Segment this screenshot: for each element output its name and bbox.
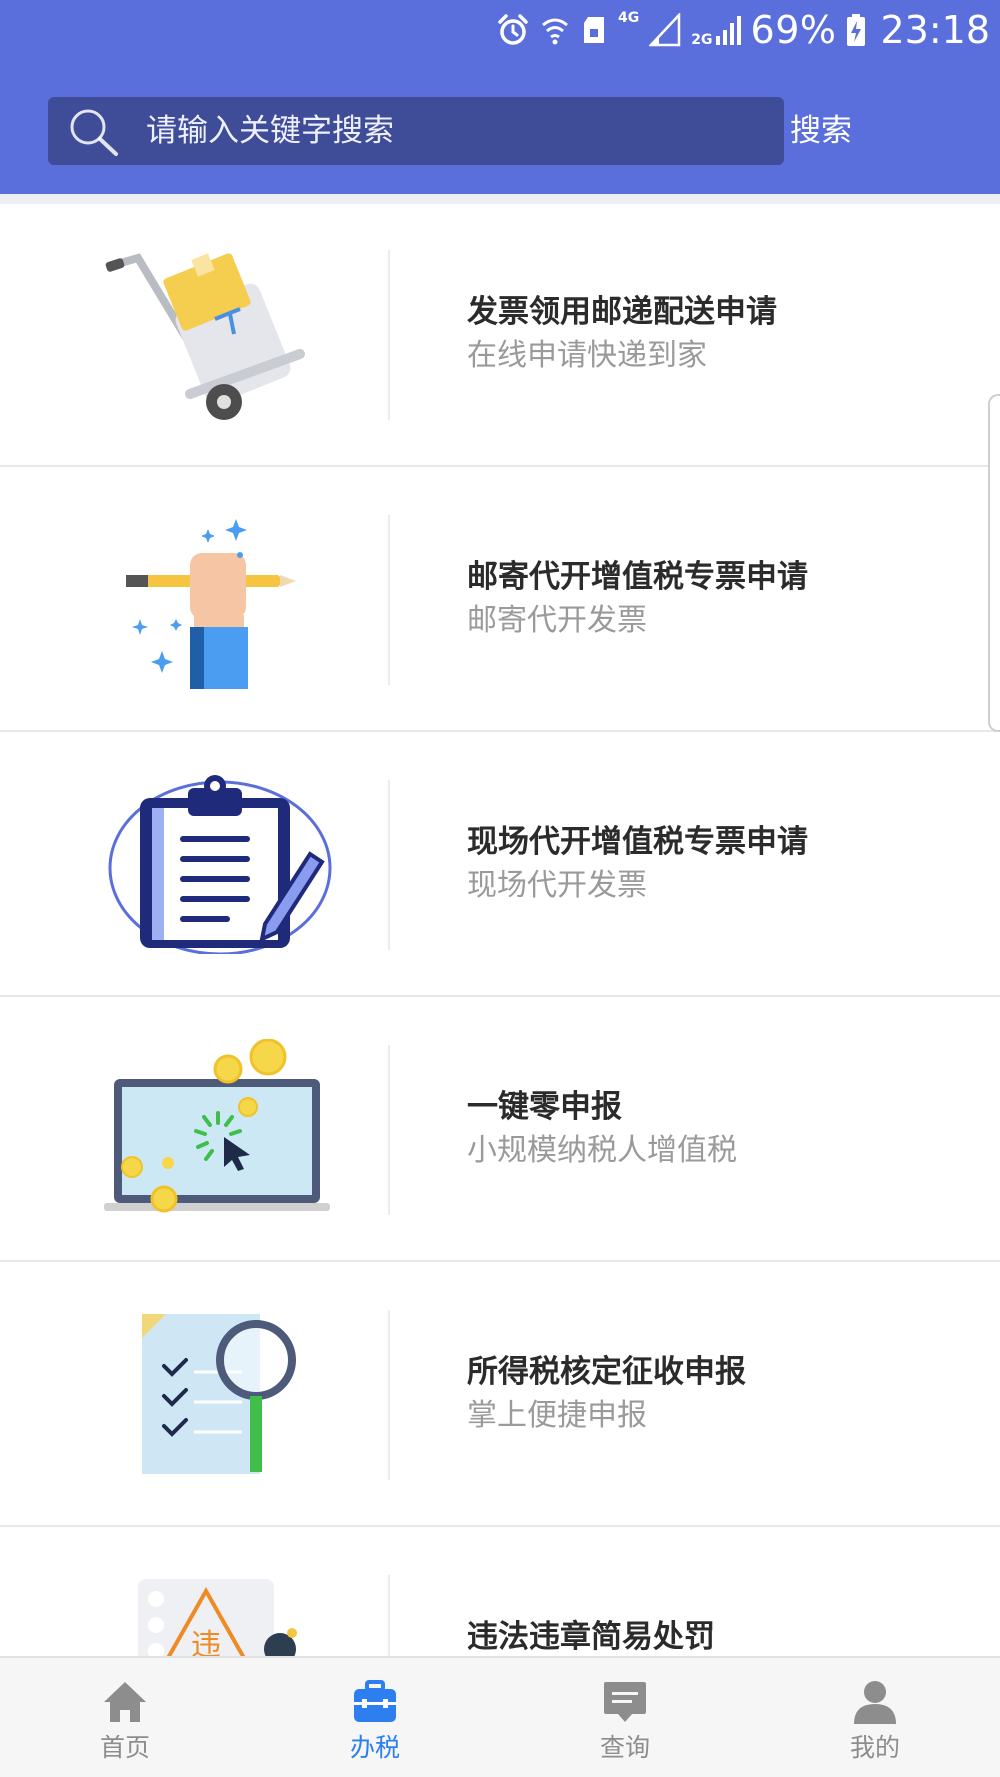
header-divider [0,194,1000,204]
service-list: 发票领用邮递配送申请 在线申请快递到家 邮寄代开增值税专票申请 邮寄代开发票 现… [0,204,1000,1656]
wifi-icon [540,13,570,47]
status-icons: 4G 2G 69% 23:18 [496,6,990,54]
service-item-mail-invoice[interactable]: 邮寄代开增值税专票申请 邮寄代开发票 [0,469,1000,732]
briefcase-icon [352,1680,398,1724]
delivery-cart-icon [100,244,340,424]
tab-tax[interactable]: 办税 [250,1658,500,1777]
service-title: 所得税核定征收申报 [467,1354,746,1390]
network-4g-label: 4G [618,10,640,26]
service-item-zero-declaration[interactable]: 一键零申报 小规模纳税人增值税 [0,999,1000,1262]
violation-warning-icon: 违 [100,1569,340,1656]
status-bar: 4G 2G 69% 23:18 [0,0,1000,60]
scroll-indicator[interactable] [988,394,1000,732]
home-icon [102,1680,148,1724]
signal-icon [649,13,681,47]
item-divider [388,780,390,950]
network-2g-label: 2G [691,32,713,48]
document-magnifier-icon [100,1304,340,1484]
service-subtitle: 在线申请快递到家 [467,338,707,373]
service-item-invoice-delivery[interactable]: 发票领用邮递配送申请 在线申请快递到家 [0,204,1000,467]
hand-pencil-icon [100,509,340,689]
chat-icon [602,1680,648,1724]
alarm-icon [496,13,530,47]
tab-label: 我的 [849,1733,900,1762]
service-title: 一键零申报 [467,1089,622,1125]
sim-icon [580,15,608,45]
clipboard-pen-icon [100,774,340,956]
item-divider [388,1045,390,1215]
search-button[interactable]: 搜索 [790,97,890,165]
service-item-income-tax[interactable]: 所得税核定征收申报 掌上便捷申报 [0,1264,1000,1527]
service-item-violation-penalty[interactable]: 违 违法违章简易处罚 [0,1529,1000,1656]
signal-icon [715,14,741,46]
service-subtitle: 现场代开发票 [467,868,647,903]
search-icon [66,106,122,162]
battery-percent: 69% [750,8,837,52]
search-box[interactable] [48,97,784,165]
violation-icon-text: 违 [191,1628,221,1656]
service-title: 邮寄代开增值税专票申请 [467,559,808,595]
tab-profile[interactable]: 我的 [750,1658,1000,1777]
search-input[interactable] [146,97,766,165]
service-subtitle: 邮寄代开发票 [467,603,647,638]
clock: 23:18 [880,8,990,52]
item-divider [388,250,390,420]
tab-query[interactable]: 查询 [500,1658,750,1777]
battery-charging-icon [846,13,866,47]
item-divider [388,1575,390,1656]
service-subtitle: 掌上便捷申报 [467,1398,647,1433]
person-icon [852,1680,898,1724]
service-subtitle: 小规模纳税人增值税 [467,1133,737,1168]
laptop-coins-icon [100,1038,340,1219]
service-title: 现场代开增值税专票申请 [467,824,808,860]
service-item-onsite-invoice[interactable]: 现场代开增值税专票申请 现场代开发票 [0,734,1000,997]
bottom-nav: 首页 办税 查询 我的 [0,1656,1000,1777]
service-title: 发票领用邮递配送申请 [467,294,777,330]
tab-label: 首页 [99,1733,150,1762]
tab-label: 查询 [599,1733,650,1762]
item-divider [388,515,390,685]
service-title: 违法违章简易处罚 [467,1619,715,1655]
tab-home[interactable]: 首页 [0,1658,250,1777]
tab-label: 办税 [349,1733,400,1762]
item-divider [388,1310,390,1480]
app-header: 4G 2G 69% 23:18 请输入关键字搜索 搜索 [0,0,1000,194]
